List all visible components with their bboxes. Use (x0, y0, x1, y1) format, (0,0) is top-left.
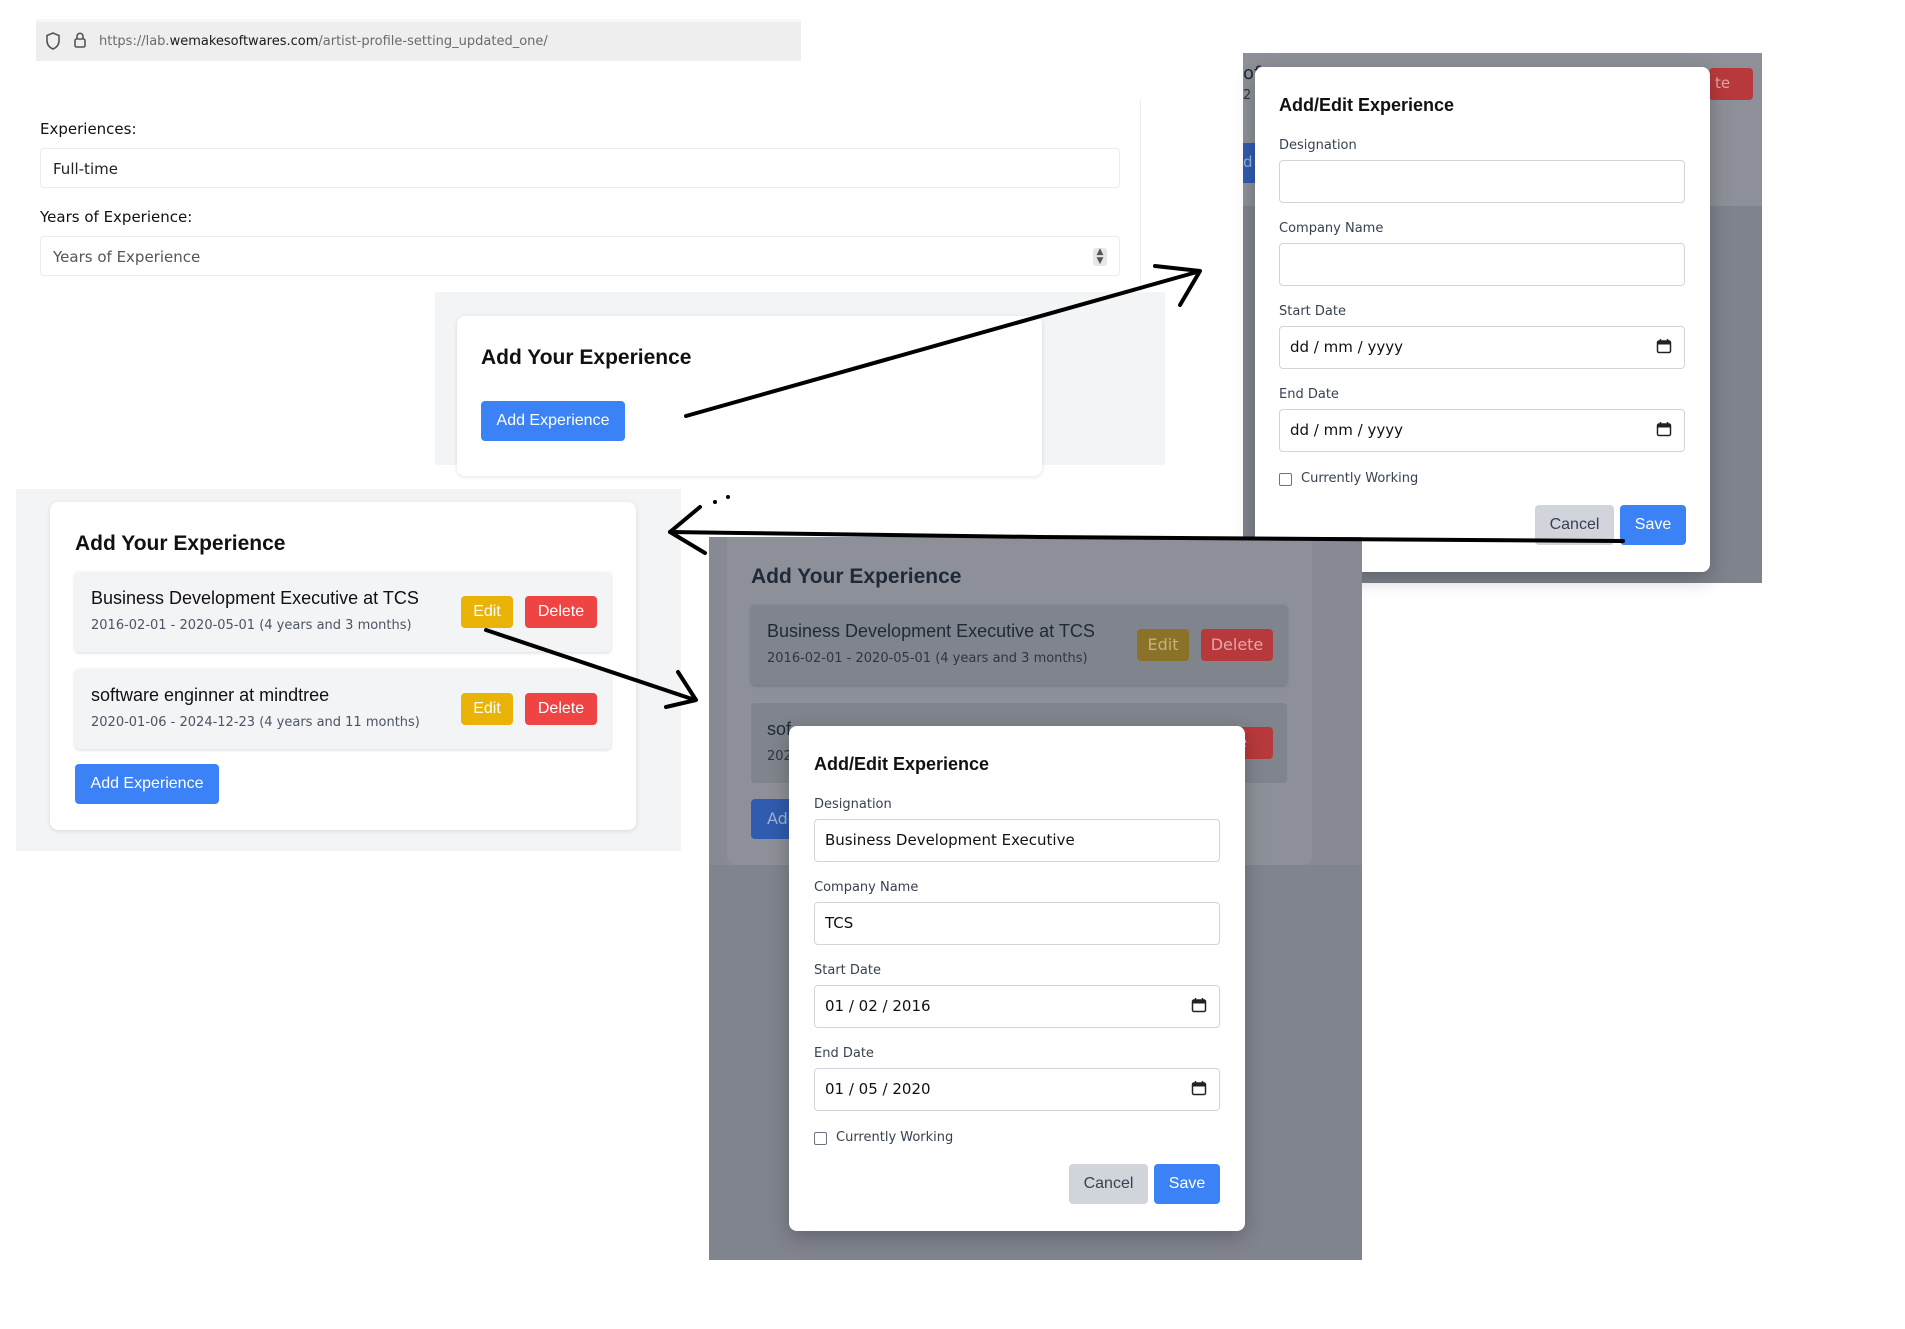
annotation-arrow (668, 505, 707, 555)
annotation-dots (713, 495, 730, 504)
annotation-arrow (484, 628, 697, 702)
annotation-dot (713, 500, 717, 504)
annotation-arrow (1153, 264, 1202, 307)
annotation-dot (726, 495, 730, 499)
annotation-arrow (684, 270, 1199, 418)
annotation-overlay (484, 264, 1625, 709)
annotation-arrow (668, 530, 1625, 543)
annotation-arrow (664, 670, 698, 709)
